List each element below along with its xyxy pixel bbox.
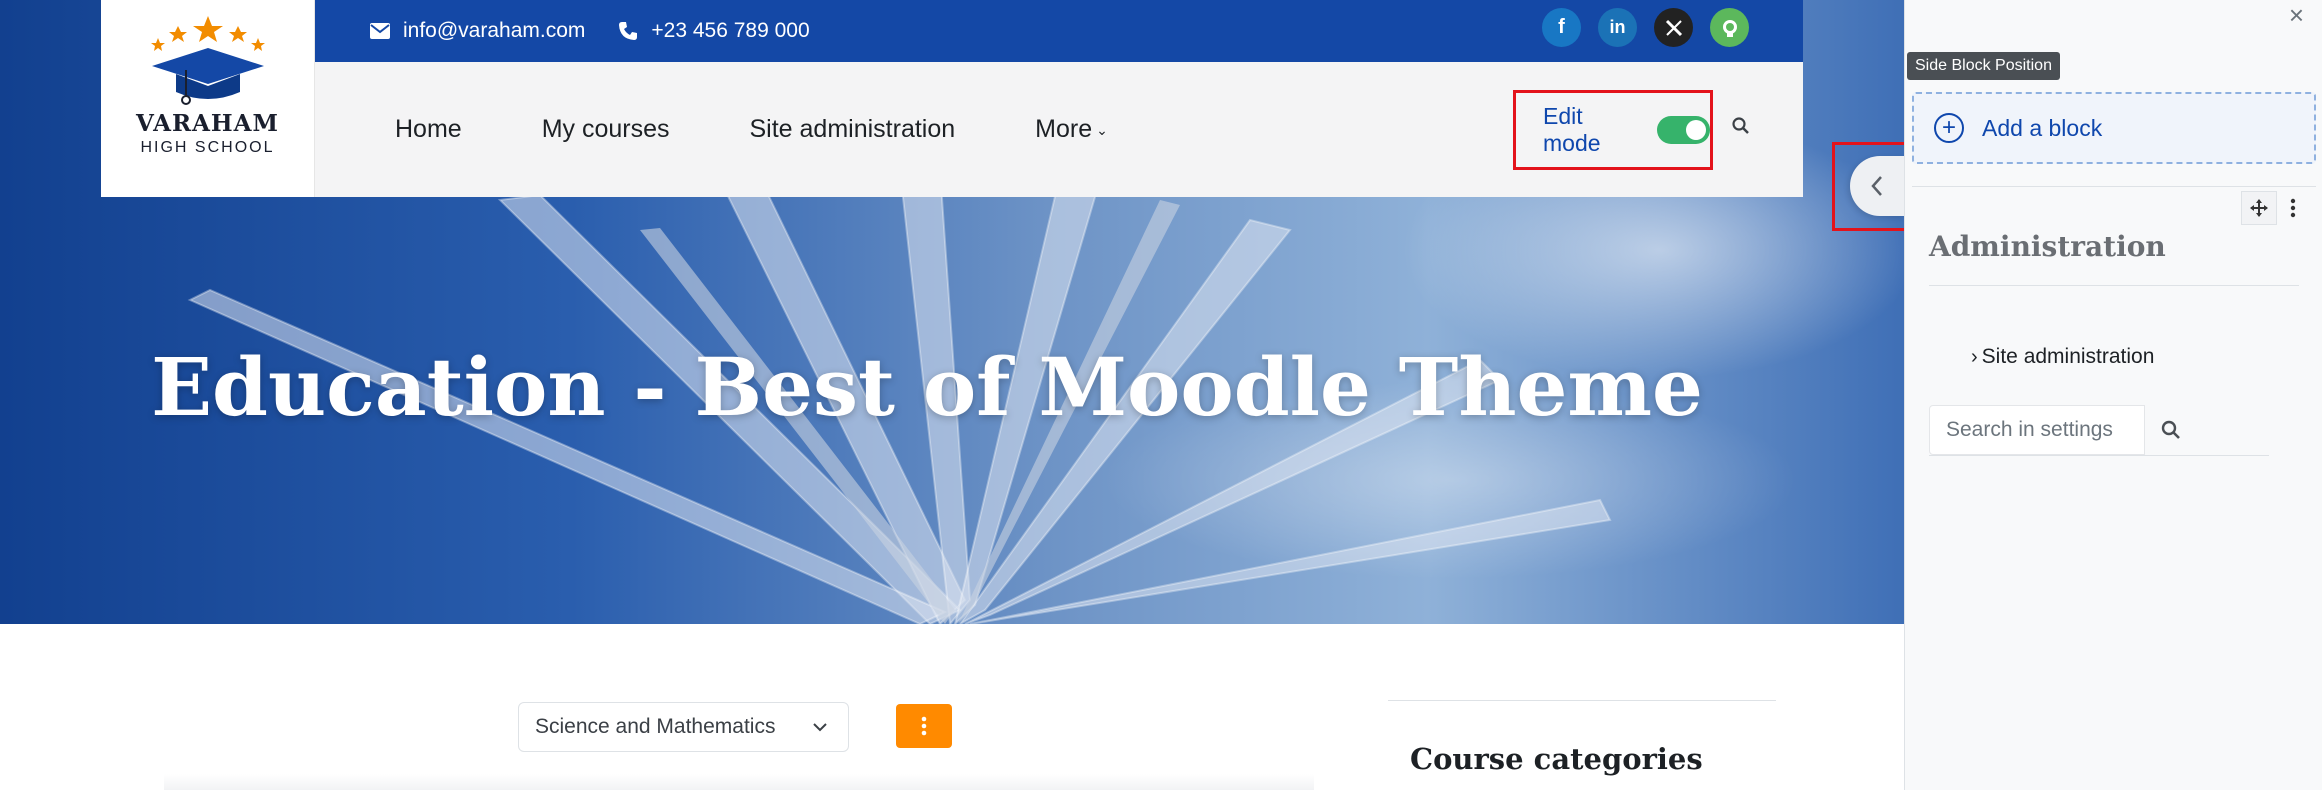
course-card-area	[164, 774, 1314, 790]
category-options-button[interactable]	[896, 704, 952, 748]
email-text: info@varaham.com	[403, 19, 586, 42]
divider	[1929, 285, 2299, 286]
category-select-value: Science and Mathematics	[535, 715, 776, 738]
envelope-icon	[369, 20, 391, 42]
nav-my-courses[interactable]: My courses	[542, 115, 670, 144]
search-settings-placeholder: Search in settings	[1946, 418, 2113, 441]
edit-mode-label: Edit mode	[1543, 103, 1601, 156]
close-icon[interactable]: ×	[2289, 0, 2304, 31]
hero-title: Education - Best of Moodle Theme	[151, 340, 1703, 434]
search-settings-input[interactable]: Search in settings	[1929, 405, 2145, 455]
add-block-button[interactable]: + Add a block	[1912, 92, 2316, 164]
search-icon[interactable]	[1731, 116, 1751, 141]
contact-bar: info@varaham.com +23 456 789 000 f in	[315, 0, 1803, 62]
brand-name: VARAHAM	[136, 110, 279, 137]
graduation-cap-icon	[150, 16, 265, 105]
divider	[1912, 186, 2316, 187]
add-block-label: Add a block	[1982, 114, 2103, 141]
course-categories-title: Course categories	[1410, 742, 1703, 776]
linkedin-icon[interactable]: in	[1598, 8, 1637, 47]
administration-block-title: Administration	[1929, 230, 2166, 263]
facebook-icon[interactable]: f	[1542, 8, 1581, 47]
side-block-tooltip: Side Block Position	[1907, 52, 2060, 80]
chevron-down-icon: ⌄	[1096, 121, 1108, 138]
email-contact[interactable]: info@varaham.com	[369, 19, 585, 43]
social-links: f in	[1542, 8, 1749, 47]
search-settings-button[interactable]	[2145, 405, 2197, 455]
plus-circle-icon: +	[1934, 113, 1964, 143]
x-icon[interactable]	[1654, 8, 1693, 47]
edit-mode-control[interactable]: Edit mode	[1513, 90, 1713, 170]
tree-item-site-administration[interactable]: › Site administration	[1971, 345, 2154, 369]
category-select[interactable]: Science and Mathematics	[518, 702, 849, 752]
move-icon[interactable]	[2241, 191, 2277, 225]
edit-mode-toggle[interactable]	[1656, 116, 1710, 144]
phone-contact[interactable]: +23 456 789 000	[617, 19, 810, 43]
brand-subtitle: HIGH SCHOOL	[140, 139, 275, 156]
block-drawer: × Side Block Position + Add a block Admi…	[1904, 0, 2322, 790]
search-icon	[2161, 420, 2180, 439]
kebab-menu-icon	[921, 716, 927, 736]
nav-more[interactable]: More ⌄	[1035, 115, 1108, 144]
chevron-right-icon: ›	[1971, 345, 1978, 368]
phone-text: +23 456 789 000	[651, 19, 810, 42]
nav-more-label: More	[1035, 115, 1093, 143]
nav-home[interactable]: Home	[395, 115, 462, 144]
github-icon[interactable]	[1710, 8, 1749, 47]
primary-navigation: Home My courses Site administration More…	[315, 62, 1803, 197]
phone-icon	[617, 20, 639, 42]
nav-site-administration[interactable]: Site administration	[750, 115, 956, 144]
site-logo[interactable]: VARAHAM HIGH SCHOOL	[101, 0, 315, 197]
divider	[1929, 455, 2269, 456]
divider	[1388, 700, 1776, 701]
chevron-down-icon	[812, 717, 828, 741]
tree-item-label: Site administration	[1981, 345, 2155, 368]
kebab-menu-icon[interactable]	[2277, 191, 2309, 225]
